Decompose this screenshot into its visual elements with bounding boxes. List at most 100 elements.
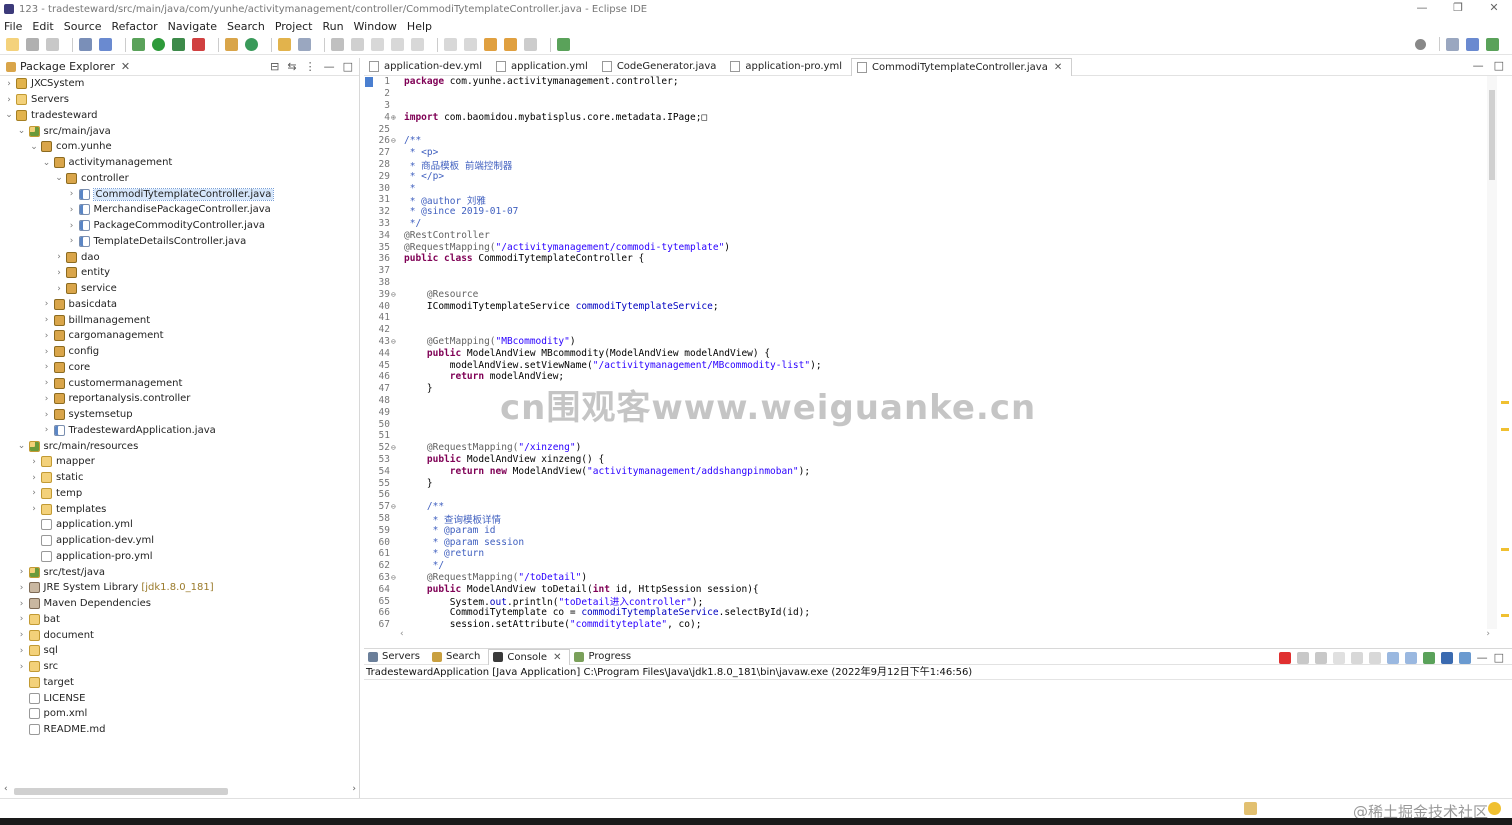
tree-item[interactable]: › TemplateDetailsController.java: [0, 234, 359, 250]
tree-item[interactable]: README.md: [0, 722, 359, 738]
collapse-arrow-icon[interactable]: ›: [67, 221, 77, 231]
fold-toggle-icon[interactable]: ⊖: [390, 573, 400, 582]
tree-item[interactable]: application-dev.yml: [0, 533, 359, 549]
fold-toggle-icon[interactable]: ⊖: [390, 136, 400, 145]
close-window-button[interactable]: ✕: [1476, 0, 1512, 16]
collapse-arrow-icon[interactable]: ›: [42, 315, 52, 325]
run-icon[interactable]: [152, 38, 165, 51]
collapse-arrow-icon[interactable]: ›: [17, 614, 27, 624]
menu-window[interactable]: Window: [354, 20, 397, 33]
next-annotation-icon[interactable]: [444, 38, 457, 51]
tree-item[interactable]: application-pro.yml: [0, 549, 359, 565]
code-line[interactable]: 26 ⊖ /**: [374, 135, 422, 147]
code-line[interactable]: 37: [374, 265, 404, 277]
menu-run[interactable]: Run: [322, 20, 343, 33]
pin-editor-icon[interactable]: [557, 38, 570, 51]
block-selection-icon[interactable]: [391, 38, 404, 51]
code-line[interactable]: 40 ICommodiTytemplateService commodiTyte…: [374, 300, 719, 312]
tree-item[interactable]: › Servers: [0, 92, 359, 108]
code-line[interactable]: 29 * </p>: [374, 170, 445, 182]
collapse-arrow-icon[interactable]: ›: [29, 504, 39, 514]
remove-all-icon[interactable]: [1314, 651, 1327, 664]
forward-icon[interactable]: [524, 38, 537, 51]
code-line[interactable]: 56: [374, 489, 404, 501]
debug-icon[interactable]: [132, 38, 145, 51]
tree-item[interactable]: › reportanalysis.controller: [0, 391, 359, 407]
tree-item[interactable]: › billmanagement: [0, 312, 359, 328]
close-icon[interactable]: ✕: [121, 60, 130, 73]
code-line[interactable]: 48: [374, 395, 404, 407]
tree-item[interactable]: › dao: [0, 249, 359, 265]
open-console-icon[interactable]: [1458, 651, 1471, 664]
collapse-arrow-icon[interactable]: ›: [4, 95, 14, 105]
tree-item[interactable]: › JXCSystem: [0, 76, 359, 92]
annotation-icon[interactable]: [331, 38, 344, 51]
tree-item[interactable]: › config: [0, 344, 359, 360]
open-perspective-icon[interactable]: [1446, 37, 1459, 51]
collapse-arrow-icon[interactable]: ›: [17, 662, 27, 672]
code-line[interactable]: 53 public ModelAndView xinzeng() {: [374, 454, 605, 466]
java-perspective-icon[interactable]: [1466, 37, 1479, 51]
editor-tab[interactable]: application-dev.yml: [364, 58, 491, 76]
tree-item[interactable]: ⌄ tradesteward: [0, 108, 359, 124]
display-console-icon[interactable]: [1440, 651, 1453, 664]
scroll-right-icon[interactable]: ›: [1486, 629, 1490, 639]
warning-marker[interactable]: [1501, 428, 1509, 431]
tree-item[interactable]: pom.xml: [0, 706, 359, 722]
code-line[interactable]: 52 ⊖ @RequestMapping("/xinzeng"): [374, 442, 582, 454]
code-line[interactable]: 38: [374, 277, 404, 289]
tree-item[interactable]: ⌄ src/main/resources: [0, 438, 359, 454]
last-edit-icon[interactable]: [484, 38, 497, 51]
maximize-view-icon[interactable]: □: [343, 60, 353, 73]
tree-item[interactable]: › core: [0, 360, 359, 376]
pen-icon[interactable]: [351, 38, 364, 51]
tree-item[interactable]: › src: [0, 659, 359, 675]
collapse-arrow-icon[interactable]: ›: [17, 599, 27, 609]
tree-item[interactable]: › Maven Dependencies: [0, 596, 359, 612]
collapse-arrow-icon[interactable]: ›: [42, 394, 52, 404]
collapse-arrow-icon[interactable]: ›: [42, 425, 52, 435]
tree-item[interactable]: › sql: [0, 643, 359, 659]
code-line[interactable]: 49: [374, 406, 404, 418]
fold-toggle-icon[interactable]: ⊖: [390, 290, 400, 299]
clear-console-icon[interactable]: [1332, 651, 1345, 664]
code-line[interactable]: 65 System.out.println("toDetail进入control…: [374, 595, 704, 609]
search-icon[interactable]: [1415, 38, 1426, 50]
menu-help[interactable]: Help: [407, 20, 432, 33]
remove-launch-icon[interactable]: [1296, 651, 1309, 664]
menu-source[interactable]: Source: [64, 20, 102, 33]
fold-toggle-icon[interactable]: ⊕: [390, 113, 400, 122]
tree-item[interactable]: ⌄ com.yunhe: [0, 139, 359, 155]
notification-icon[interactable]: [1244, 802, 1257, 815]
code-line[interactable]: 47 }: [374, 383, 433, 395]
code-line[interactable]: 54 return new ModelAndView("activitymana…: [374, 465, 811, 477]
terminate-icon[interactable]: [1278, 651, 1291, 664]
new-package-icon[interactable]: [225, 38, 238, 51]
code-line[interactable]: 63 ⊖ @RequestMapping("/toDetail"): [374, 572, 588, 584]
code-line[interactable]: 42: [374, 324, 404, 336]
minimize-editor-icon[interactable]: —: [1473, 59, 1484, 72]
code-line[interactable]: 35 @RequestMapping("/activitymanagement/c…: [374, 241, 730, 253]
editor-tab[interactable]: CodeGenerator.java: [597, 58, 726, 76]
pin-console-icon[interactable]: [1422, 651, 1435, 664]
tree-item[interactable]: › JRE System Library [jdk1.8.0_181]: [0, 580, 359, 596]
code-line[interactable]: 33 */: [374, 218, 422, 230]
code-line[interactable]: 58 * 查询模板详情: [374, 513, 502, 526]
tip-icon[interactable]: [1488, 802, 1501, 815]
code-line[interactable]: 50: [374, 418, 404, 430]
word-wrap-icon[interactable]: [1368, 651, 1381, 664]
console-tab[interactable]: Search: [428, 649, 488, 665]
collapse-arrow-icon[interactable]: ›: [42, 410, 52, 420]
menu-navigate[interactable]: Navigate: [168, 20, 217, 33]
editor-tab[interactable]: application-pro.yml: [725, 58, 851, 76]
tree-item[interactable]: › CommodiTytemplateController.java: [0, 186, 359, 202]
tree-item[interactable]: › systemsetup: [0, 407, 359, 423]
code-line[interactable]: 1 package com.yunhe.activitymanagement.co…: [374, 76, 678, 88]
collapse-arrow-icon[interactable]: ›: [67, 189, 77, 199]
tree-item[interactable]: › templates: [0, 501, 359, 517]
code-line[interactable]: 61 * @return: [374, 548, 485, 560]
tree-item[interactable]: LICENSE: [0, 690, 359, 706]
minimize-button[interactable]: —: [1404, 0, 1440, 16]
console-tab[interactable]: Console ✕: [488, 648, 571, 665]
fold-toggle-icon[interactable]: ⊖: [390, 337, 400, 346]
